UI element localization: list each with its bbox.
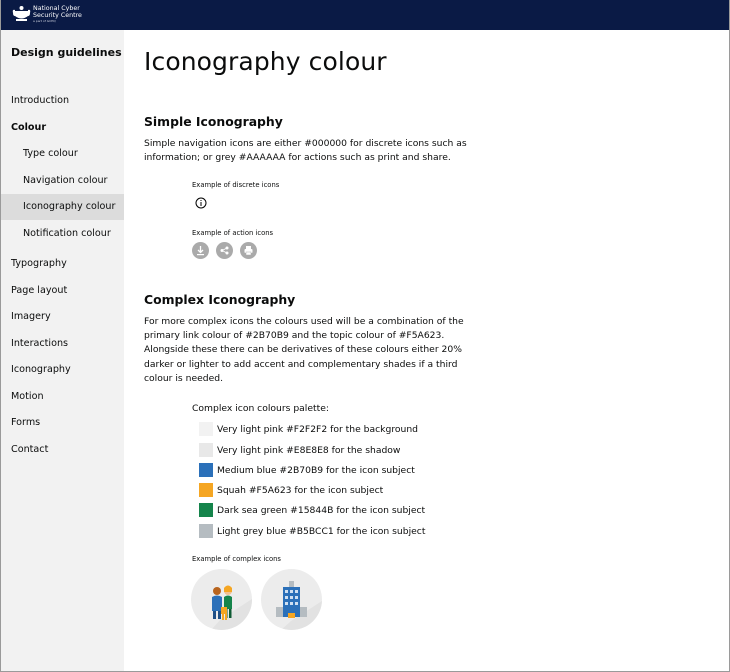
logo-subtext: a part of GCHQ — [33, 19, 56, 23]
simple-iconography-text: Simple navigation icons are either #0000… — [144, 138, 467, 164]
info-icon — [195, 197, 207, 209]
sidebar-item-iconography[interactable]: Iconography — [1, 357, 124, 383]
sidebar-item-forms[interactable]: Forms — [1, 410, 124, 436]
swatch-label: Very light pink #E8E8E8 for the shadow — [217, 444, 401, 456]
logo-line-1: National Cyber — [33, 5, 80, 12]
palette-item: Very light pink #F2F2F2 for the backgrou… — [199, 422, 418, 436]
building-complex-icon — [261, 569, 322, 630]
page-frame: National Cyber Security Centre a part of… — [0, 0, 730, 672]
sidebar: Design guidelines Introduction Colour Ty… — [1, 30, 124, 671]
palette-item: Light grey blue #B5BCC1 for the icon sub… — [199, 524, 425, 538]
top-header: National Cyber Security Centre a part of… — [1, 0, 729, 30]
palette-item: Squah #F5A623 for the icon subject — [199, 483, 383, 497]
sidebar-item-motion[interactable]: Motion — [1, 384, 124, 410]
sidebar-item-interactions[interactable]: Interactions — [1, 331, 124, 357]
complex-iconography-text: For more complex icons the colours used … — [144, 316, 464, 384]
simple-iconography-heading: Simple Iconography — [144, 114, 283, 129]
swatch-shadow-pink — [199, 443, 213, 457]
swatch-label: Very light pink #F2F2F2 for the backgrou… — [217, 423, 418, 435]
swatch-squash — [199, 483, 213, 497]
sidebar-item-contact[interactable]: Contact — [1, 437, 124, 463]
palette-item: Medium blue #2B70B9 for the icon subject — [199, 463, 415, 477]
sidebar-item-type-colour[interactable]: Type colour — [1, 141, 124, 167]
sidebar-item-imagery[interactable]: Imagery — [1, 304, 124, 330]
palette-item: Dark sea green #15844B for the icon subj… — [199, 503, 425, 517]
swatch-medium-blue — [199, 463, 213, 477]
swatch-light-pink — [199, 422, 213, 436]
download-icon[interactable] — [192, 242, 209, 259]
sidebar-item-notification-colour[interactable]: Notification colour — [1, 221, 124, 247]
swatch-label: Squah #F5A623 for the icon subject — [217, 484, 384, 496]
swatch-sea-green — [199, 503, 213, 517]
ncsc-logo[interactable]: National Cyber Security Centre a part of… — [12, 5, 82, 23]
swatch-label: Dark sea green #15844B for the icon subj… — [217, 504, 426, 516]
swatch-label: Light grey blue #B5BCC1 for the icon sub… — [217, 525, 426, 537]
action-icons-label: Example of action icons — [192, 229, 274, 237]
sidebar-item-typography[interactable]: Typography — [1, 251, 124, 277]
royal-crest-icon — [12, 6, 31, 21]
share-icon[interactable] — [216, 242, 233, 259]
complex-iconography-heading: Complex Iconography — [144, 292, 296, 307]
sidebar-item-introduction[interactable]: Introduction — [1, 88, 124, 114]
sidebar-item-iconography-colour[interactable]: Iconography colour — [1, 194, 124, 220]
discrete-icons-label: Example of discrete icons — [192, 181, 280, 189]
swatch-grey-blue — [199, 524, 213, 538]
sidebar-item-colour[interactable]: Colour — [1, 115, 124, 141]
page-title: Iconography colour — [144, 47, 387, 76]
people-complex-icon — [191, 569, 252, 630]
complex-icons-label: Example of complex icons — [192, 555, 281, 563]
logo-line-2: Security Centre — [33, 12, 82, 19]
sidebar-item-page-layout[interactable]: Page layout — [1, 278, 124, 304]
sidebar-item-navigation-colour[interactable]: Navigation colour — [1, 168, 124, 194]
sidebar-title: Design guidelines — [11, 46, 122, 59]
palette-item: Very light pink #E8E8E8 for the shadow — [199, 443, 400, 457]
print-icon[interactable] — [240, 242, 257, 259]
palette-title: Complex icon colours palette: — [192, 403, 329, 414]
swatch-label: Medium blue #2B70B9 for the icon subject — [217, 464, 415, 476]
